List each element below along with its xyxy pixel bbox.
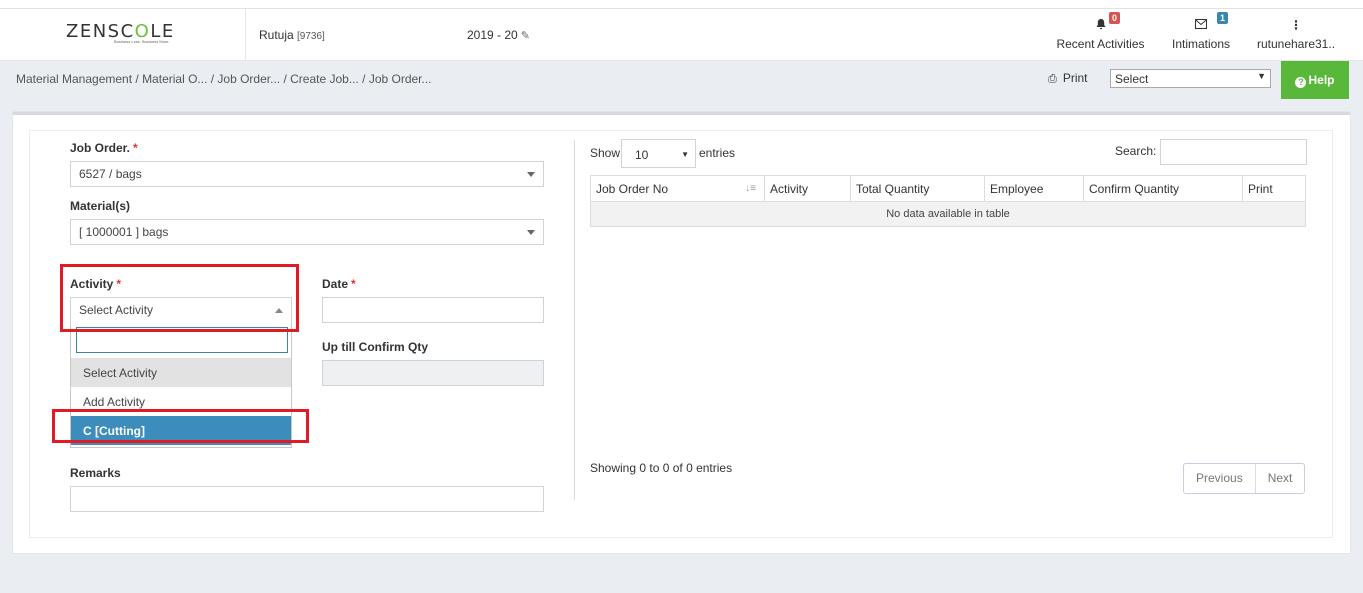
more-vertical-icon: ⋮ bbox=[1290, 18, 1302, 32]
table-row: No data available in table bbox=[590, 201, 1306, 227]
table-info: Showing 0 to 0 of 0 entries bbox=[590, 461, 733, 475]
app-header: ZENSCOLE Business Less. Business More. R… bbox=[0, 9, 1363, 61]
confirm-qty-label: Up till Confirm Qty bbox=[322, 340, 428, 354]
account-menu[interactable]: ⋮ rutunehare31.. bbox=[1255, 9, 1337, 61]
entries-length-select[interactable]: 10 ▼ bbox=[621, 139, 696, 168]
highlight-activity-field bbox=[60, 264, 299, 332]
select-arrow-icon: ▼ bbox=[1257, 71, 1266, 81]
table-search-input[interactable] bbox=[1160, 139, 1307, 165]
sort-icon[interactable]: ↓≡ bbox=[745, 183, 756, 194]
confirm-qty-input bbox=[322, 360, 544, 386]
breadcrumb: Material Management / Material O... / Jo… bbox=[16, 72, 432, 86]
recent-activities-badge: 0 bbox=[1109, 12, 1121, 24]
question-icon: ? bbox=[1295, 77, 1307, 88]
column-job-order-no[interactable]: Job Order No ↓≡ bbox=[590, 175, 765, 202]
date-input[interactable] bbox=[322, 297, 544, 323]
breadcrumb-root[interactable]: Material Management bbox=[16, 72, 132, 86]
column-print[interactable]: Print bbox=[1242, 175, 1306, 202]
breadcrumb-trail[interactable]: / Material O... / Job Order... / Create … bbox=[132, 72, 431, 86]
top-strip bbox=[0, 0, 1363, 9]
printer-icon: ⎙ bbox=[1048, 73, 1057, 85]
job-order-select[interactable]: 6527 / bags bbox=[70, 161, 544, 187]
column-confirm-quantity[interactable]: Confirm Quantity bbox=[1083, 175, 1243, 202]
edit-icon[interactable]: ✎ bbox=[521, 30, 530, 42]
envelope-icon bbox=[1195, 18, 1207, 32]
column-divider bbox=[574, 140, 575, 500]
bell-icon bbox=[1095, 18, 1107, 33]
logo-area: ZENSCOLE Business Less. Business More. bbox=[0, 9, 246, 61]
remarks-input[interactable] bbox=[70, 486, 544, 512]
print-button[interactable]: ⎙ Print bbox=[1048, 71, 1088, 86]
next-button[interactable]: Next bbox=[1254, 464, 1305, 493]
logo-tagline: Business Less. Business More. bbox=[114, 39, 170, 44]
entries-label: entries bbox=[699, 146, 736, 160]
activity-option[interactable]: Select Activity bbox=[71, 358, 291, 387]
help-button[interactable]: ? Help bbox=[1281, 61, 1349, 99]
empty-table-message: No data available in table bbox=[590, 201, 1306, 227]
job-order-label: Job Order. * bbox=[70, 141, 138, 155]
remarks-label: Remarks bbox=[70, 466, 121, 480]
chevron-down-icon bbox=[527, 230, 535, 235]
intimations-badge: 1 bbox=[1217, 12, 1229, 24]
financial-year[interactable]: 2019 - 20 ✎ bbox=[467, 28, 530, 42]
top-select[interactable]: Select ▼ bbox=[1110, 69, 1271, 88]
highlight-cutting-option bbox=[52, 409, 309, 443]
search-label: Search: bbox=[1115, 144, 1157, 158]
pagination: Previous Next bbox=[1183, 463, 1306, 494]
recent-activities[interactable]: 0 Recent Activities bbox=[1053, 9, 1148, 61]
column-activity[interactable]: Activity bbox=[764, 175, 851, 202]
materials-select[interactable]: [ 1000001 ] bags bbox=[70, 219, 544, 245]
chevron-down-icon bbox=[527, 172, 535, 177]
previous-button[interactable]: Previous bbox=[1184, 464, 1255, 493]
column-total-quantity[interactable]: Total Quantity bbox=[850, 175, 985, 202]
date-label: Date * bbox=[322, 277, 356, 291]
materials-label: Material(s) bbox=[70, 199, 131, 213]
column-employee[interactable]: Employee bbox=[984, 175, 1084, 202]
intimations[interactable]: 1 Intimations bbox=[1166, 9, 1236, 61]
show-label: Show bbox=[590, 146, 621, 160]
job-order-table: Job Order No ↓≡ Activity Total Quantity E… bbox=[590, 175, 1306, 227]
chevron-down-icon: ▼ bbox=[681, 150, 689, 159]
user-info: Rutuja [9736] bbox=[259, 28, 325, 42]
